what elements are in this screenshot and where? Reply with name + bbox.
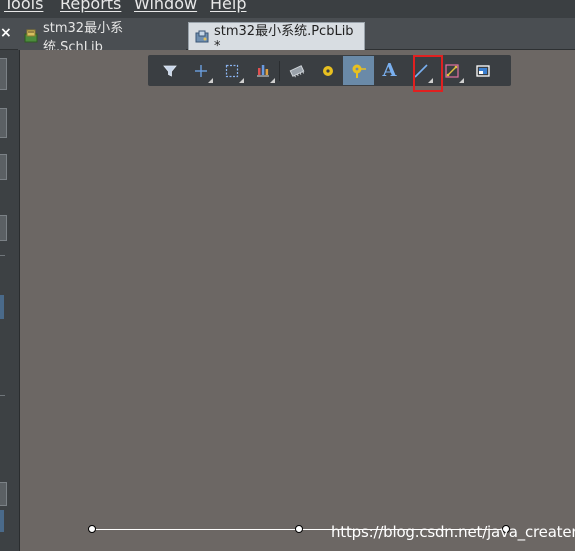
pad-icon xyxy=(322,65,333,76)
text-string-icon: A xyxy=(382,60,397,81)
menu-window[interactable]: Window xyxy=(134,0,197,14)
filter-button[interactable] xyxy=(154,56,185,85)
close-icon[interactable]: × xyxy=(0,26,12,40)
left-panel[interactable] xyxy=(0,50,20,551)
filter-icon xyxy=(162,65,177,77)
align-button[interactable] xyxy=(247,56,278,85)
menu-reports[interactable]: Reports xyxy=(60,0,121,14)
dropdown-corner-icon xyxy=(459,78,464,83)
place-via-button[interactable] xyxy=(343,56,374,85)
schlib-icon xyxy=(24,29,38,43)
document-tab-bar: × stm32最小系统.SchLib stm32最小系统.PcbLib * xyxy=(0,18,575,55)
tab-schlib[interactable]: stm32最小系统.SchLib xyxy=(18,21,186,55)
menu-tools[interactable]: Tools xyxy=(4,0,43,14)
panel-button[interactable] xyxy=(0,154,7,180)
menu-bar: Tools Reports Window Help xyxy=(0,0,575,18)
place-pad-button[interactable] xyxy=(312,56,343,85)
tab-pcblib[interactable]: stm32最小系统.PcbLib * xyxy=(188,22,365,54)
pcblib-icon xyxy=(195,30,209,42)
move-button[interactable] xyxy=(185,56,216,85)
region-icon xyxy=(475,64,490,77)
place-region-button[interactable] xyxy=(467,56,498,85)
menu-help[interactable]: Help xyxy=(210,0,246,14)
select-rectangle-icon xyxy=(225,64,238,77)
align-icon xyxy=(256,64,269,76)
tab-label: stm32最小系统.PcbLib * xyxy=(214,23,354,54)
active-bar-toolbar: A xyxy=(148,55,511,86)
panel-button[interactable] xyxy=(0,215,7,241)
pcb-canvas[interactable] xyxy=(20,50,575,551)
dimension-icon xyxy=(444,63,459,78)
toolbar-separator xyxy=(279,60,280,81)
via-icon xyxy=(352,64,366,78)
panel-divider xyxy=(0,255,5,256)
app-window: Tools Reports Window Help × stm32最小系统.Sc… xyxy=(0,0,575,551)
panel-button[interactable] xyxy=(0,482,7,506)
dropdown-corner-icon xyxy=(239,78,244,83)
watermark: https://blog.csdn.net/java_creater xyxy=(331,523,575,541)
panel-button[interactable] xyxy=(0,58,7,90)
select-button[interactable] xyxy=(216,56,247,85)
place-string-button[interactable]: A xyxy=(374,56,405,85)
dropdown-corner-icon xyxy=(208,78,213,83)
panel-selected-row[interactable] xyxy=(0,510,4,532)
line-tool-highlight-box xyxy=(413,55,443,92)
place-component-button[interactable] xyxy=(281,56,312,85)
panel-button[interactable] xyxy=(0,108,7,138)
line-mid-handle[interactable] xyxy=(295,525,303,533)
component-icon xyxy=(289,64,304,77)
crosshair-move-icon xyxy=(194,64,207,77)
dropdown-corner-icon xyxy=(270,78,275,83)
panel-selected-row[interactable] xyxy=(0,295,4,319)
line-start-handle[interactable] xyxy=(88,525,96,533)
panel-divider xyxy=(0,395,5,396)
